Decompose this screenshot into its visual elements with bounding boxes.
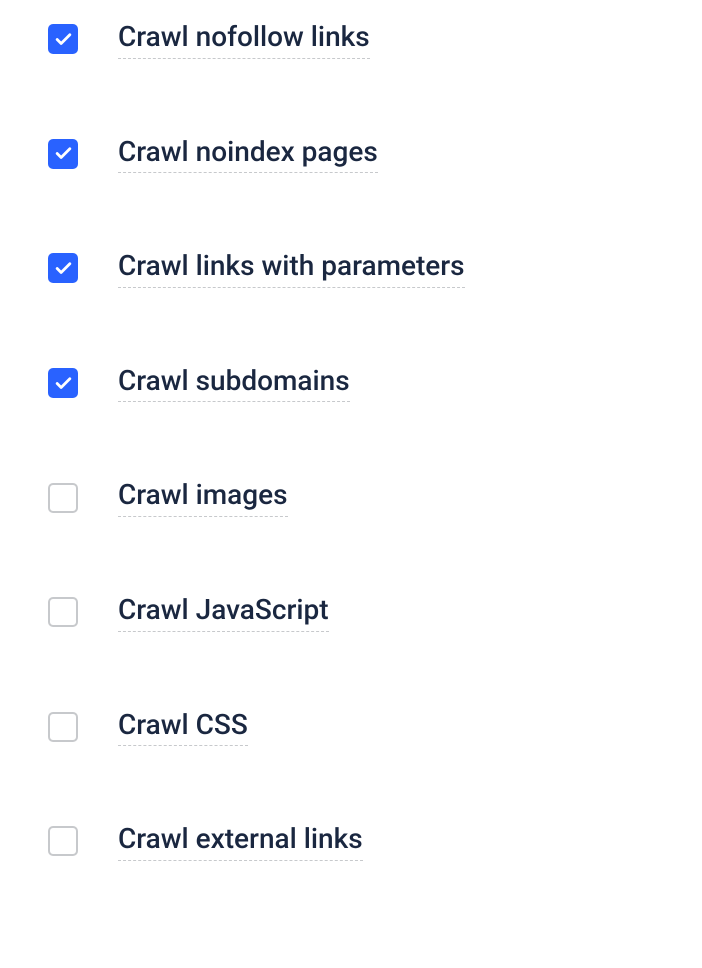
check-icon (54, 30, 73, 49)
option-label[interactable]: Crawl noindex pages (118, 135, 378, 174)
option-label[interactable]: Crawl subdomains (118, 364, 350, 403)
checkbox-crawl-links-with-parameters[interactable] (48, 253, 78, 283)
checkbox-crawl-javascript[interactable] (48, 597, 78, 627)
option-label[interactable]: Crawl external links (118, 822, 363, 861)
check-icon (54, 144, 73, 163)
option-label[interactable]: Crawl nofollow links (118, 20, 370, 59)
checkbox-crawl-css[interactable] (48, 712, 78, 742)
checkbox-crawl-nofollow-links[interactable] (48, 24, 78, 54)
checkbox-crawl-subdomains[interactable] (48, 368, 78, 398)
checkbox-crawl-images[interactable] (48, 483, 78, 513)
option-label[interactable]: Crawl links with parameters (118, 249, 465, 288)
check-icon (54, 374, 73, 393)
option-label[interactable]: Crawl JavaScript (118, 593, 329, 632)
option-label[interactable]: Crawl CSS (118, 708, 248, 747)
option-label[interactable]: Crawl images (118, 478, 288, 517)
checkbox-crawl-external-links[interactable] (48, 826, 78, 856)
check-icon (54, 259, 73, 278)
checkbox-crawl-noindex-pages[interactable] (48, 139, 78, 169)
